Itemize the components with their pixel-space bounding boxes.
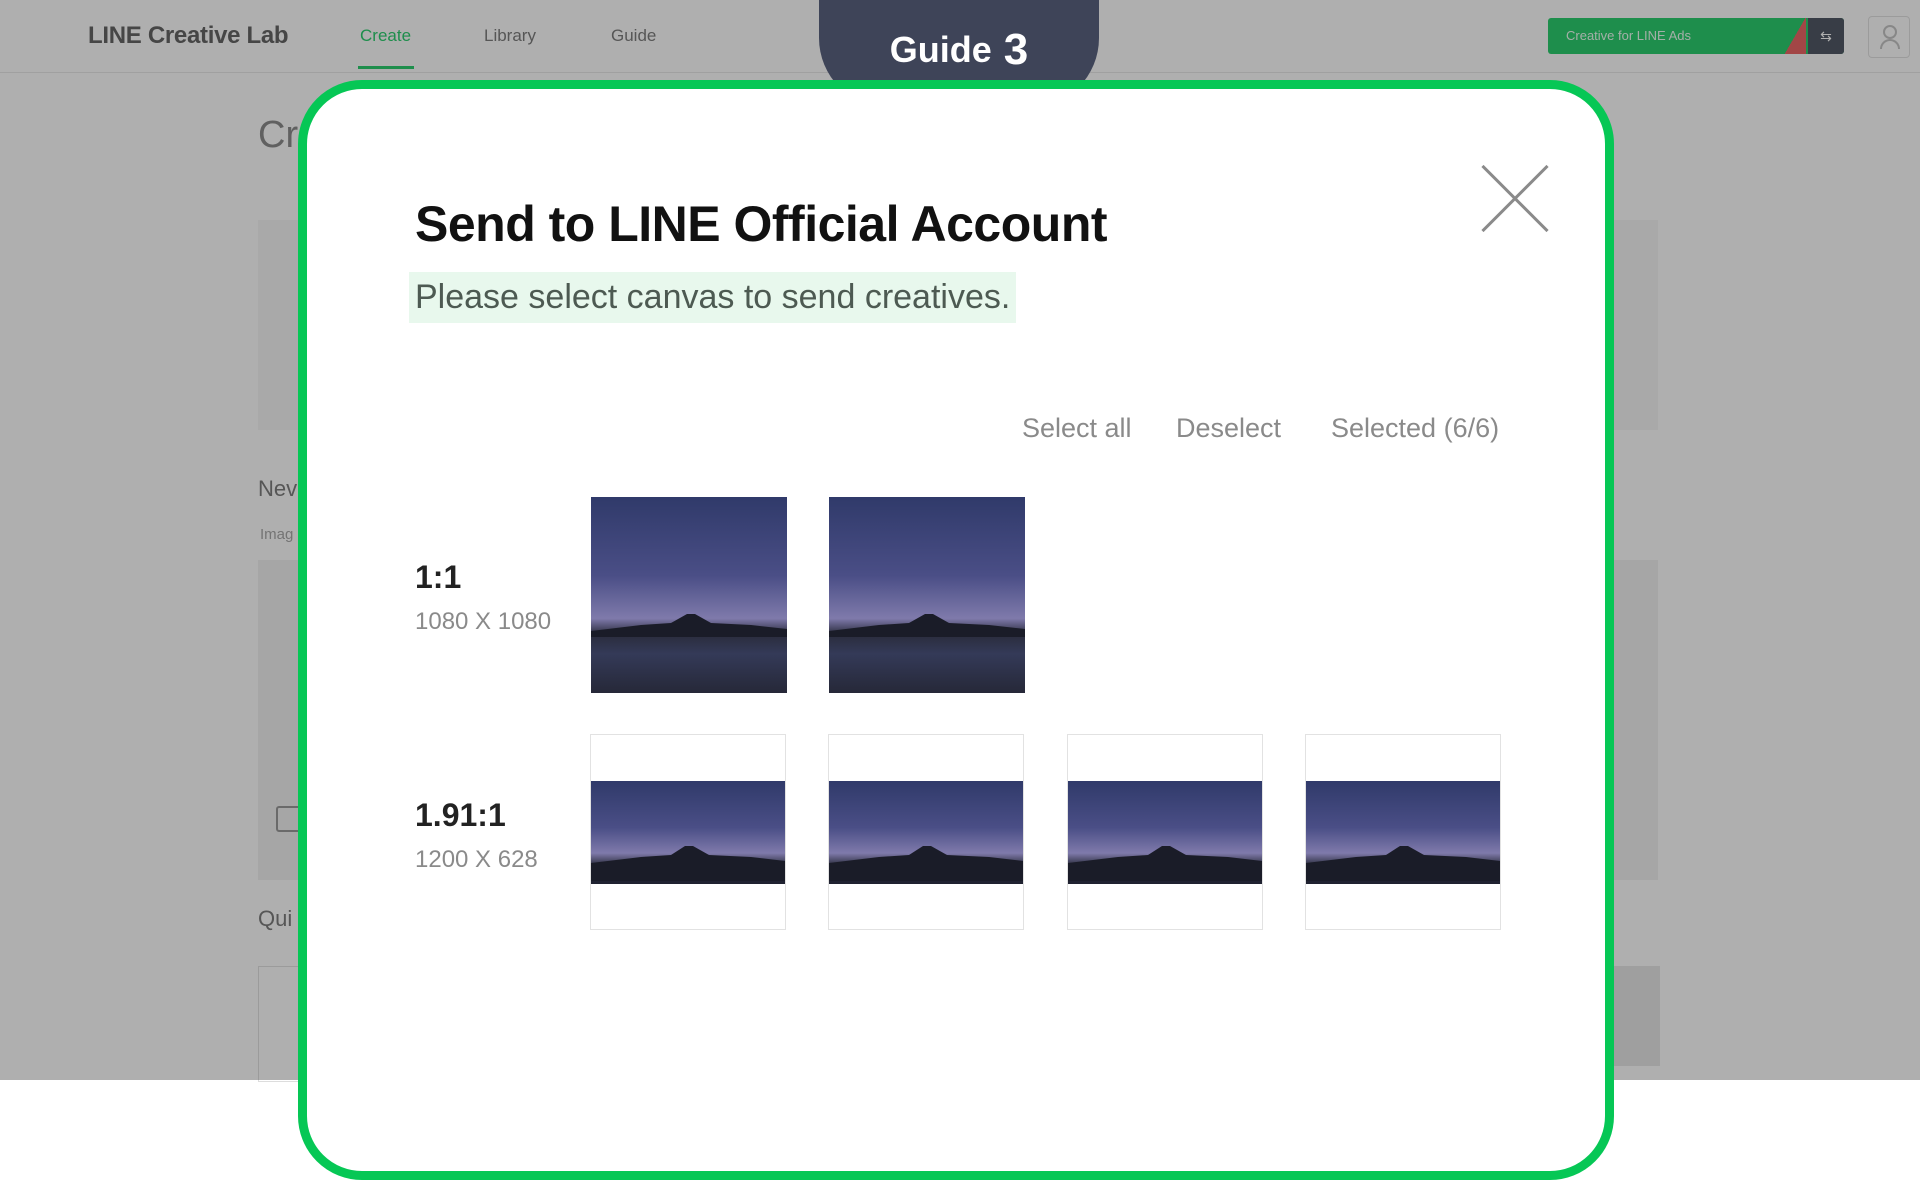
guide-step-number: 3 bbox=[1003, 25, 1029, 74]
selected-count: Selected (6/6) bbox=[1331, 413, 1500, 443]
ratio-label-1-1: 1:1 bbox=[415, 559, 462, 595]
canvas-thumbnail[interactable] bbox=[1067, 734, 1263, 930]
canvas-preview-image bbox=[829, 781, 1023, 884]
mountain-image bbox=[591, 846, 785, 881]
dialog-title: Send to LINE Official Account bbox=[415, 196, 1108, 252]
dialog-instruction: Please select canvas to send creatives. bbox=[409, 272, 1017, 323]
guide-label: Guide bbox=[889, 29, 992, 70]
canvas-preview-image bbox=[591, 781, 785, 884]
select-all-button[interactable]: Select all bbox=[1022, 413, 1132, 444]
size-label-1080x1080: 1080 X 1080 bbox=[415, 608, 552, 635]
mountain-image bbox=[829, 614, 1025, 637]
canvas-thumbnail[interactable] bbox=[828, 734, 1024, 930]
close-icon[interactable] bbox=[1477, 161, 1553, 237]
canvas-preview-image bbox=[1068, 781, 1262, 884]
deselect-button[interactable]: Deselect bbox=[1176, 413, 1281, 444]
selection-actions: Select all Deselect Selected (6/6) bbox=[307, 413, 1605, 453]
canvas-thumbnail[interactable] bbox=[591, 497, 787, 693]
mountain-image bbox=[829, 846, 1023, 881]
mountain-image bbox=[591, 614, 787, 637]
mountain-image bbox=[1306, 846, 1500, 881]
size-label-1200x628: 1200 X 628 bbox=[415, 846, 538, 873]
send-to-official-account-dialog: Send to LINE Official Account Please sel… bbox=[298, 80, 1614, 1180]
ratio-label-1-91-1: 1.91:1 bbox=[415, 797, 506, 833]
canvas-preview-image bbox=[1306, 781, 1500, 884]
canvas-thumbnail[interactable] bbox=[1305, 734, 1501, 930]
canvas-thumbnail[interactable] bbox=[829, 497, 1025, 693]
canvas-thumbnail[interactable] bbox=[590, 734, 786, 930]
mountain-image bbox=[1068, 846, 1262, 881]
